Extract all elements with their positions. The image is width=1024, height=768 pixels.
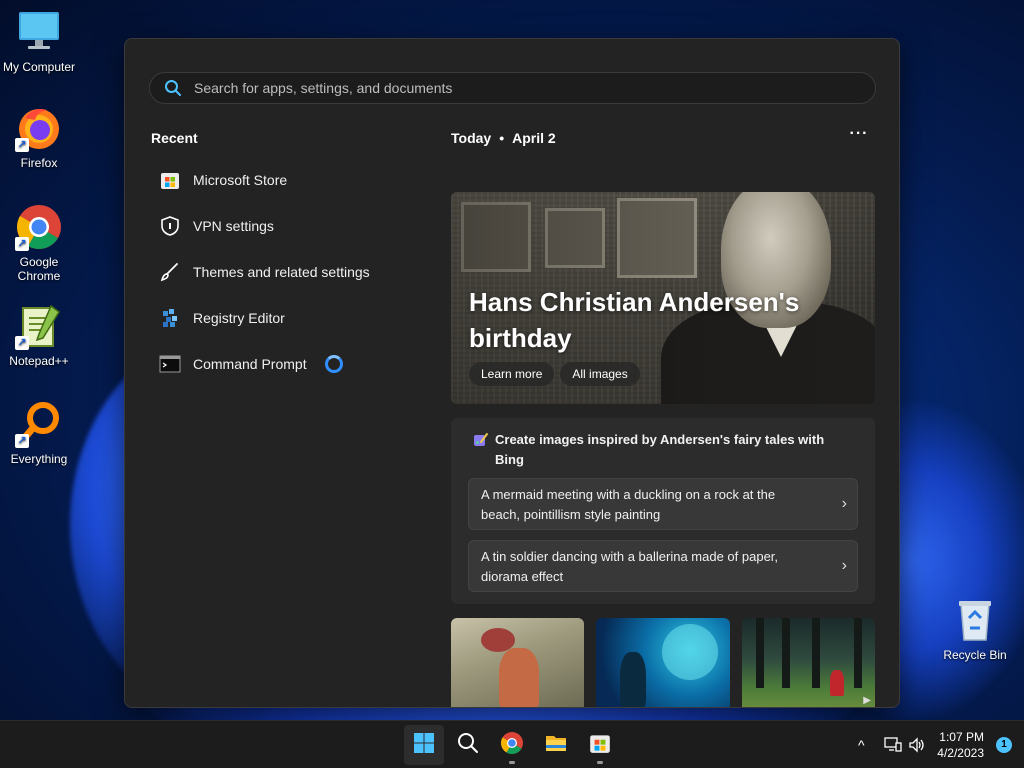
file-explorer-icon	[544, 731, 568, 760]
all-images-button[interactable]: All images	[560, 362, 640, 386]
recent-item-microsoft-store[interactable]: Microsoft Store	[151, 157, 431, 203]
recycle-bin-icon	[951, 596, 999, 644]
recent-item-label: Registry Editor	[193, 310, 285, 326]
monitor-icon	[15, 8, 63, 56]
system-tray: ^ 1:07 PM 4/2/2023 1	[849, 721, 1024, 768]
chevron-right-icon: ›	[841, 495, 847, 512]
chrome-icon: ↗	[15, 203, 63, 251]
desktop-icon-everything[interactable]: ↗ Everything	[0, 400, 78, 466]
taskbar: ^ 1:07 PM 4/2/2023 1	[0, 720, 1024, 768]
recent-item-registry-editor[interactable]: Registry Editor	[151, 295, 431, 341]
bing-prompt-text: A tin soldier dancing with a ballerina m…	[481, 549, 779, 584]
search-input[interactable]	[194, 80, 794, 96]
recent-item-label: VPN settings	[193, 218, 274, 234]
taskbar-file-explorer-button[interactable]	[536, 725, 576, 765]
desktop-icon-label: Everything	[10, 452, 68, 466]
tray-overflow-chevron-icon[interactable]: ^	[849, 733, 873, 757]
taskbar-search-button[interactable]	[448, 725, 488, 765]
play-icon: ▶	[863, 695, 871, 706]
today-heading: Today • April 2	[451, 130, 556, 146]
thumbnail-mermaid-illustration[interactable]	[596, 618, 730, 707]
bing-card-header: Create images inspired by Andersen's fai…	[473, 430, 853, 470]
volume-icon[interactable]	[905, 733, 929, 757]
shield-icon	[159, 215, 181, 237]
bing-prompt-2[interactable]: A tin soldier dancing with a ballerina m…	[468, 540, 858, 592]
desktop-icon-my-computer[interactable]: My Computer	[0, 8, 78, 74]
registry-icon	[159, 307, 181, 329]
desktop-icon-firefox[interactable]: ↗ Firefox	[0, 104, 78, 170]
today-separator: •	[499, 130, 505, 146]
recent-item-label: Command Prompt	[193, 356, 307, 372]
desktop-icon-label: Google Chrome	[17, 255, 61, 283]
hero-card[interactable]: Hans Christian Andersen's birthday Learn…	[451, 192, 875, 404]
everything-icon: ↗	[15, 400, 63, 448]
desktop-icon-label: Notepad++	[9, 354, 69, 368]
bing-prompt-1[interactable]: A mermaid meeting with a duckling on a r…	[468, 478, 858, 530]
firefox-icon: ↗	[15, 104, 63, 152]
start-icon	[413, 732, 435, 759]
desktop-icon-label: Firefox	[20, 156, 58, 170]
store-icon	[159, 169, 181, 191]
bing-image-creator-icon	[473, 432, 489, 448]
recent-item-themes-settings[interactable]: Themes and related settings	[151, 249, 431, 295]
notepadpp-icon: ↗	[15, 302, 63, 350]
thumbnail-girl-illustration[interactable]	[451, 618, 585, 707]
start-button[interactable]	[404, 725, 444, 765]
recent-item-vpn-settings[interactable]: VPN settings	[151, 203, 431, 249]
recent-item-command-prompt[interactable]: Command Prompt	[151, 341, 431, 387]
notification-badge[interactable]: 1	[996, 737, 1012, 753]
bing-prompt-text: A mermaid meeting with a duckling on a r…	[481, 487, 776, 522]
desktop-icon-recycle-bin[interactable]: Recycle Bin	[936, 596, 1014, 662]
taskbar-apps	[404, 721, 620, 768]
clock[interactable]: 1:07 PM 4/2/2023	[937, 729, 984, 761]
more-options-button[interactable]: ···	[847, 125, 871, 147]
desktop-icon-chrome[interactable]: ↗ Google Chrome	[0, 203, 78, 283]
clock-time: 1:07 PM	[939, 730, 984, 744]
bing-card-heading: Create images inspired by Andersen's fai…	[495, 432, 825, 467]
recent-heading: Recent	[151, 130, 198, 146]
recent-item-label: Themes and related settings	[193, 264, 370, 280]
network-icon[interactable]	[881, 733, 905, 757]
taskbar-store-button[interactable]	[580, 725, 620, 765]
taskbar-chrome-button[interactable]	[492, 725, 532, 765]
recent-list: Microsoft Store VPN settings Themes and …	[151, 157, 431, 387]
running-indicator	[597, 761, 603, 764]
brush-icon	[159, 261, 181, 283]
hero-buttons: Learn more All images	[469, 362, 640, 386]
learn-more-button[interactable]: Learn more	[469, 362, 555, 386]
clock-date: 4/2/2023	[937, 746, 984, 760]
search-icon	[164, 79, 182, 97]
image-thumbnails: ▶	[451, 618, 875, 707]
recent-item-label: Microsoft Store	[193, 172, 288, 188]
chevron-right-icon: ›	[841, 557, 847, 574]
chrome-icon	[500, 731, 524, 760]
thumbnail-forest-red-hood[interactable]: ▶	[741, 618, 875, 707]
desktop-icon-notepadpp[interactable]: ↗ Notepad++	[0, 302, 78, 368]
cmd-icon	[159, 353, 181, 375]
today-label: Today	[451, 130, 492, 146]
bing-create-card: Create images inspired by Andersen's fai…	[451, 418, 875, 604]
desktop-icon-label: My Computer	[2, 60, 76, 74]
search-icon	[457, 732, 479, 759]
desktop-icon-label: Recycle Bin	[943, 648, 1007, 662]
start-menu: Recent Microsoft Store VPN se	[124, 38, 900, 708]
start-search-box[interactable]	[149, 72, 876, 104]
hero-title: Hans Christian Andersen's birthday	[469, 287, 800, 353]
loading-spinner-icon	[324, 355, 343, 373]
running-indicator	[509, 761, 515, 764]
today-date: April 2	[512, 130, 556, 146]
store-icon	[588, 731, 612, 760]
